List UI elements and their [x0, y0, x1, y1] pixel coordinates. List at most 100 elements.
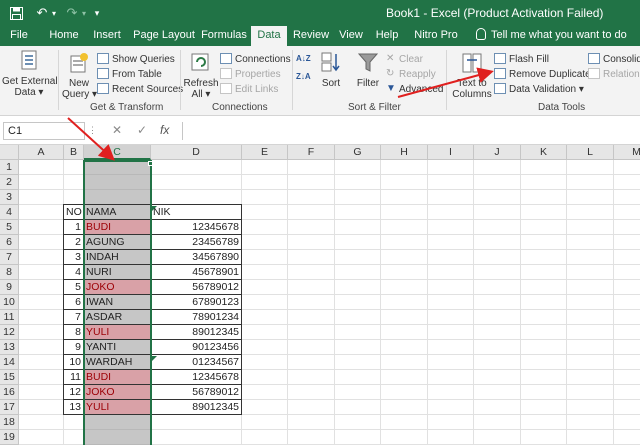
cell-a8[interactable] — [19, 265, 64, 280]
row-header-17[interactable]: 17 — [0, 400, 19, 415]
cell-e14[interactable] — [242, 355, 288, 370]
cell-f7[interactable] — [288, 250, 335, 265]
table-cell-nama[interactable]: YULI — [84, 325, 151, 340]
table-cell-nik[interactable]: 12345678 — [151, 220, 242, 235]
error-indicator-icon[interactable] — [152, 206, 157, 211]
cell-k8[interactable] — [521, 265, 567, 280]
cell-j7[interactable] — [474, 250, 521, 265]
cell-f11[interactable] — [288, 310, 335, 325]
row-header-19[interactable]: 19 — [0, 430, 19, 445]
cell-k6[interactable] — [521, 235, 567, 250]
cell-f17[interactable] — [288, 400, 335, 415]
row-header-7[interactable]: 7 — [0, 250, 19, 265]
cell-m9[interactable] — [614, 280, 640, 295]
select-all-corner[interactable] — [0, 145, 19, 160]
cell-e18[interactable] — [242, 415, 288, 430]
tab-help[interactable]: Help — [372, 26, 402, 46]
column-header-b[interactable]: B — [64, 145, 84, 160]
cell-h16[interactable] — [381, 385, 428, 400]
cell-a10[interactable] — [19, 295, 64, 310]
table-cell-no[interactable]: 3 — [64, 250, 84, 265]
cell-g17[interactable] — [335, 400, 381, 415]
cell-l12[interactable] — [567, 325, 614, 340]
cell-f4[interactable] — [288, 205, 335, 220]
cell-l16[interactable] — [567, 385, 614, 400]
table-cell-nik[interactable]: 89012345 — [151, 325, 242, 340]
sort-button[interactable]: Sort — [316, 48, 346, 100]
cell-m13[interactable] — [614, 340, 640, 355]
cell-k19[interactable] — [521, 430, 567, 445]
cell-f8[interactable] — [288, 265, 335, 280]
cell-k3[interactable] — [521, 190, 567, 205]
column-header-f[interactable]: F — [288, 145, 335, 160]
cell-m17[interactable] — [614, 400, 640, 415]
cell-e6[interactable] — [242, 235, 288, 250]
cell-g18[interactable] — [335, 415, 381, 430]
cell-k16[interactable] — [521, 385, 567, 400]
cell-l7[interactable] — [567, 250, 614, 265]
cell-f6[interactable] — [288, 235, 335, 250]
cell-j9[interactable] — [474, 280, 521, 295]
cell-g16[interactable] — [335, 385, 381, 400]
table-cell-no[interactable]: 1 — [64, 220, 84, 235]
cell-e8[interactable] — [242, 265, 288, 280]
row-header-13[interactable]: 13 — [0, 340, 19, 355]
cell-j15[interactable] — [474, 370, 521, 385]
cell-e17[interactable] — [242, 400, 288, 415]
cell-m7[interactable] — [614, 250, 640, 265]
cell-j16[interactable] — [474, 385, 521, 400]
cell-l6[interactable] — [567, 235, 614, 250]
column-header-j[interactable]: J — [474, 145, 521, 160]
cell-j13[interactable] — [474, 340, 521, 355]
cell-e10[interactable] — [242, 295, 288, 310]
column-header-k[interactable]: K — [521, 145, 567, 160]
data-validation-button[interactable]: Data Validation ▾ — [494, 82, 584, 96]
table-cell-nama[interactable]: WARDAH — [84, 355, 151, 370]
cell-c1[interactable] — [84, 160, 151, 175]
row-header-18[interactable]: 18 — [0, 415, 19, 430]
cell-c18[interactable] — [84, 415, 151, 430]
sort-az-button[interactable]: A↓Z — [296, 52, 312, 66]
cell-k9[interactable] — [521, 280, 567, 295]
cell-g12[interactable] — [335, 325, 381, 340]
cell-h10[interactable] — [381, 295, 428, 310]
cell-e16[interactable] — [242, 385, 288, 400]
edit-links-button[interactable]: Edit Links — [220, 82, 288, 96]
cell-e3[interactable] — [242, 190, 288, 205]
advanced-button[interactable]: ▼ Advanced — [386, 82, 443, 96]
row-header-10[interactable]: 10 — [0, 295, 19, 310]
error-indicator-icon[interactable] — [152, 356, 157, 361]
table-cell-no[interactable]: 11 — [64, 370, 84, 385]
cell-a11[interactable] — [19, 310, 64, 325]
cell-j12[interactable] — [474, 325, 521, 340]
cell-h18[interactable] — [381, 415, 428, 430]
cell-i16[interactable] — [428, 385, 474, 400]
cell-h12[interactable] — [381, 325, 428, 340]
text-to-columns-button[interactable]: Text to Columns — [450, 48, 494, 100]
clear-button[interactable]: ✕ Clear — [386, 52, 436, 66]
table-cell-nik[interactable]: 78901234 — [151, 310, 242, 325]
cancel-icon[interactable]: ✕ — [112, 123, 122, 137]
row-header-3[interactable]: 3 — [0, 190, 19, 205]
cell-h19[interactable] — [381, 430, 428, 445]
table-cell-no[interactable]: 10 — [64, 355, 84, 370]
cell-e5[interactable] — [242, 220, 288, 235]
cell-a14[interactable] — [19, 355, 64, 370]
cell-l9[interactable] — [567, 280, 614, 295]
cell-g8[interactable] — [335, 265, 381, 280]
cell-e11[interactable] — [242, 310, 288, 325]
cell-h2[interactable] — [381, 175, 428, 190]
cell-i7[interactable] — [428, 250, 474, 265]
sort-za-button[interactable]: Z↓A — [296, 70, 312, 84]
cell-g19[interactable] — [335, 430, 381, 445]
cell-g14[interactable] — [335, 355, 381, 370]
column-header-l[interactable]: L — [567, 145, 614, 160]
undo-dropdown-icon[interactable]: ▾ — [50, 4, 58, 22]
cell-i17[interactable] — [428, 400, 474, 415]
cell-k10[interactable] — [521, 295, 567, 310]
table-cell-no[interactable]: 12 — [64, 385, 84, 400]
cell-d3[interactable] — [151, 190, 242, 205]
new-query-button[interactable]: New Query ▾ — [62, 48, 97, 100]
cell-b18[interactable] — [64, 415, 84, 430]
cell-i9[interactable] — [428, 280, 474, 295]
